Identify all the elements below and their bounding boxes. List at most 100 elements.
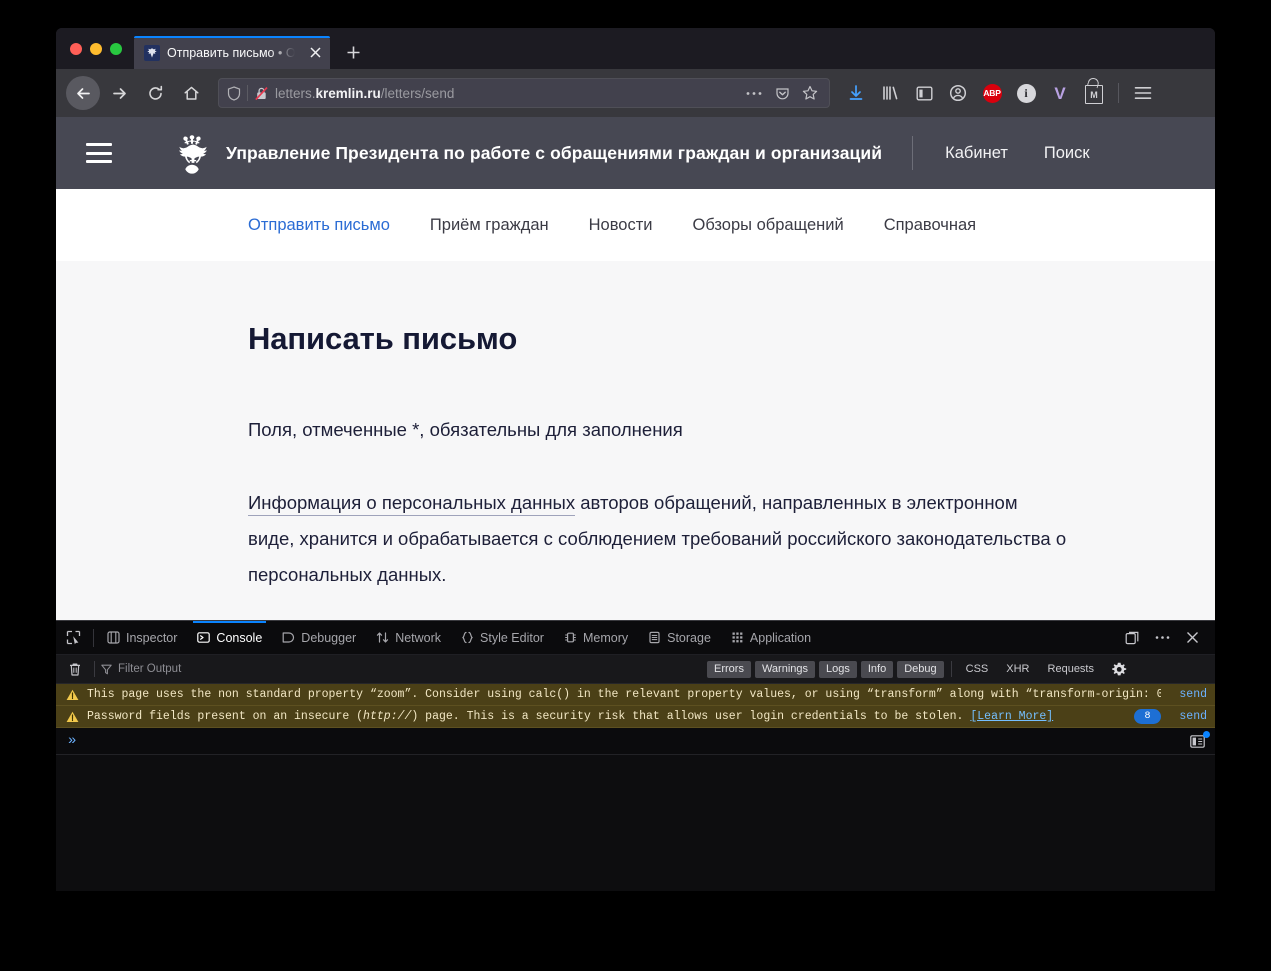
shield-icon[interactable] [227,86,241,101]
filter-output-input[interactable]: Filter Output [101,663,701,675]
console-message-row[interactable]: This page uses the non standard property… [56,684,1215,706]
star-icon[interactable] [799,82,821,104]
header-link-cabinet[interactable]: Кабинет [945,144,1008,163]
tab-memory[interactable]: Memory [554,621,638,654]
console-message-text: This page uses the non standard property… [87,688,1161,701]
account-icon[interactable] [942,77,974,109]
learn-more-link[interactable]: [Learn More] [970,710,1053,723]
violet-extension-label: V [1054,85,1065,102]
sidebar-icon[interactable] [908,77,940,109]
hamburger-menu-icon[interactable] [86,143,112,163]
header-divider [912,136,913,170]
metamask-label: M [1085,85,1103,104]
page-info-icon[interactable]: i [1010,77,1042,109]
page-body: Написать письмо Поля, отмеченные *, обяз… [56,261,1215,593]
toolbar-divider [1118,83,1119,103]
tab-console-label: Console [216,631,262,645]
tab-storage[interactable]: Storage [638,621,721,654]
home-icon[interactable] [174,76,208,110]
filter-chip-css[interactable]: CSS [959,661,996,678]
console-message-suffix: ) page. This is a security risk that all… [411,710,970,723]
site-nav: Отправить письмо Приём граждан Новости О… [56,189,1215,261]
console-filter-bar: Filter Output Errors Warnings Logs Info … [56,655,1215,684]
pocket-icon[interactable] [771,82,793,104]
nav-item-help[interactable]: Справочная [884,216,976,235]
tab-close-icon[interactable] [306,44,324,62]
console-output: This page uses the non standard property… [56,684,1215,728]
personal-data-link[interactable]: Информация о персональных данных [248,492,575,516]
metamask-icon[interactable]: M [1078,77,1110,109]
trash-icon[interactable] [62,658,88,680]
funnel-icon [101,664,112,675]
tab-network[interactable]: Network [366,621,451,654]
console-message-prefix: Password fields present on an insecure ( [87,710,363,723]
tab-application[interactable]: Application [721,621,821,654]
violet-extension-icon[interactable]: V [1044,77,1076,109]
devtools-toolbar-right [1119,625,1215,651]
maximize-window-button[interactable] [110,43,122,55]
browser-toolbar-icons: ABP i V M [840,77,1159,109]
warning-triangle-icon [66,689,79,701]
personal-data-paragraph: Информация о персональных данных авторов… [248,485,1068,593]
devtools-tabbar: Inspector Console Debugger [56,621,1215,655]
tab-style-editor[interactable]: Style Editor [451,621,554,654]
devtools-divider [93,629,94,647]
split-console-editor-icon[interactable] [1188,733,1207,750]
gear-icon[interactable] [1107,658,1131,680]
url-prefix: letters. [275,86,316,101]
url-text[interactable]: letters.kremlin.ru/letters/send [275,86,737,101]
ellipsis-icon[interactable] [743,82,765,104]
library-icon[interactable] [874,77,906,109]
filter-chip-xhr[interactable]: XHR [999,661,1036,678]
console-message-source[interactable]: send [1169,688,1207,701]
filter-chip-errors[interactable]: Errors [707,661,751,678]
filter-chip-debug[interactable]: Debug [897,661,943,678]
tab-console[interactable]: Console [187,621,272,654]
filter-chip-info[interactable]: Info [861,661,893,678]
console-input-row[interactable]: » [56,728,1215,755]
element-picker-icon[interactable] [56,621,90,654]
filter-chip-warnings[interactable]: Warnings [755,661,815,678]
console-prompt-icon: » [68,733,76,749]
app-menu-icon[interactable] [1127,77,1159,109]
navigation-toolbar: letters.kremlin.ru/letters/send [56,69,1215,117]
console-message-row[interactable]: Password fields present on an insecure (… [56,706,1215,728]
filter-chip-logs[interactable]: Logs [819,661,857,678]
filter-chip-requests[interactable]: Requests [1041,661,1101,678]
editor-notification-dot [1203,731,1210,738]
tab-inspector[interactable]: Inspector [97,621,187,654]
tab-inspector-label: Inspector [126,631,177,645]
console-empty-area [56,755,1215,891]
nav-item-appeal-reviews[interactable]: Обзоры обращений [692,216,843,235]
browser-tab[interactable]: Отправить письмо • Обращен [134,36,330,69]
downloads-icon[interactable] [840,77,872,109]
minimize-window-button[interactable] [90,43,102,55]
devtools-close-icon[interactable] [1179,625,1205,651]
nav-item-send-letter[interactable]: Отправить письмо [248,216,390,235]
forward-arrow-icon[interactable] [102,76,136,110]
tab-application-label: Application [750,631,811,645]
broken-padlock-icon[interactable] [254,86,269,101]
style-editor-icon [461,631,474,644]
nav-item-news[interactable]: Новости [589,216,653,235]
page-info-label: i [1017,84,1036,103]
site-header: Управление Президента по работе с обраще… [56,117,1215,189]
url-bar[interactable]: letters.kremlin.ru/letters/send [218,78,830,108]
tab-debugger[interactable]: Debugger [272,621,366,654]
filter-output-placeholder: Filter Output [118,663,181,675]
console-message-source[interactable]: send [1169,710,1207,723]
adblock-plus-icon[interactable]: ABP [976,77,1008,109]
tab-memory-label: Memory [583,631,628,645]
nav-item-citizen-reception[interactable]: Приём граждан [430,216,549,235]
reload-icon[interactable] [138,76,172,110]
devtools-options-icon[interactable] [1149,625,1175,651]
close-window-button[interactable] [70,43,82,55]
dock-position-icon[interactable] [1119,625,1145,651]
back-arrow-icon[interactable] [66,76,100,110]
russian-coat-of-arms-icon [172,131,212,175]
new-tab-button[interactable] [338,37,368,67]
url-path: /letters/send [381,86,455,101]
header-link-search[interactable]: Поиск [1044,144,1090,163]
debugger-icon [282,631,295,644]
kremlin-eagle-favicon [144,45,160,61]
